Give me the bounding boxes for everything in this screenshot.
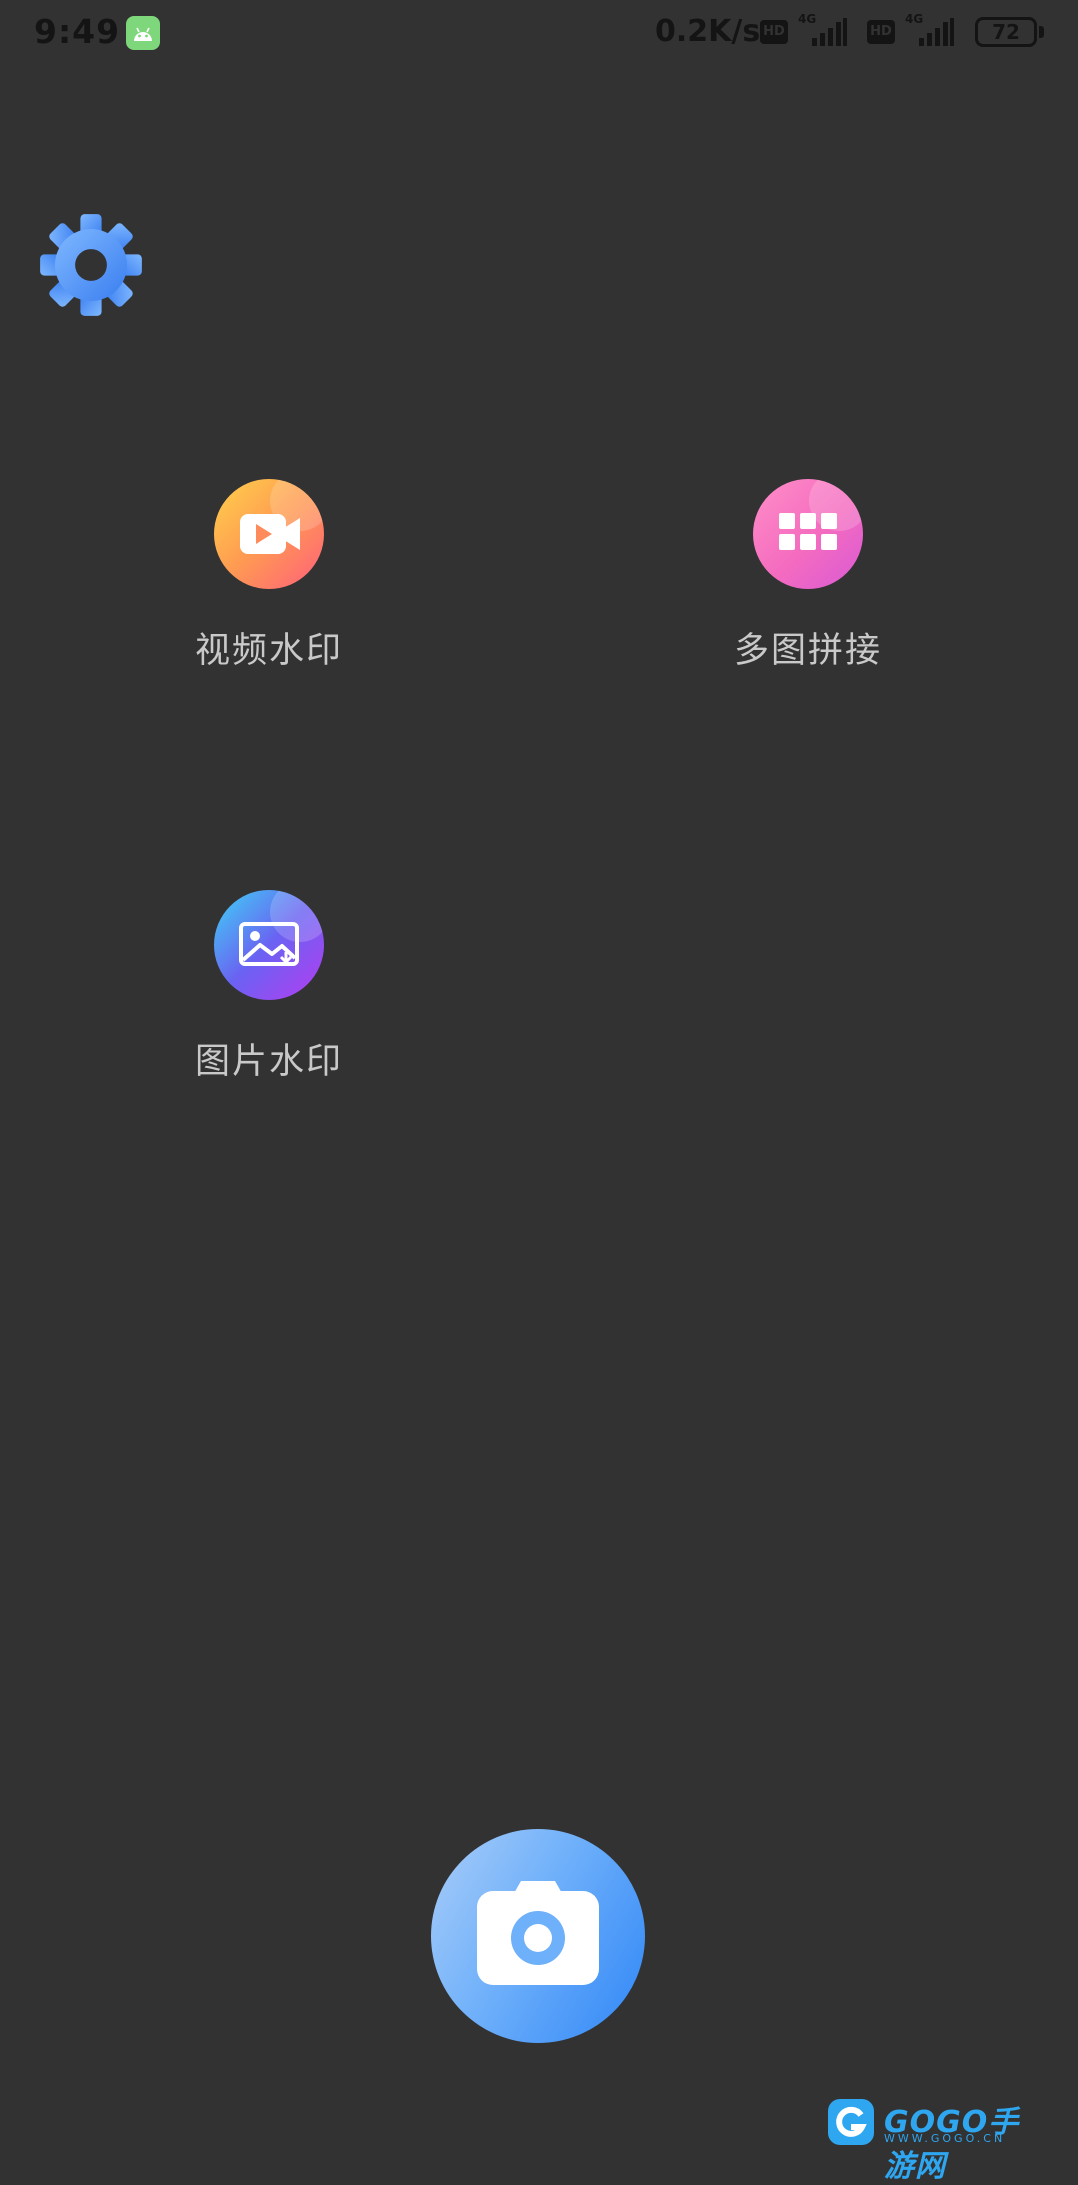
grid-icon [779,479,863,550]
signal-strength-icon [919,18,954,46]
settings-button[interactable] [38,212,144,318]
battery-tip [1039,26,1044,38]
collage-icon-circle [753,479,863,589]
hd-badge-sim1: HD [760,20,788,44]
signal-strength-icon [812,18,847,46]
hd-badge-sim2: HD [867,20,895,44]
network-speed: 0.2K/s [655,14,761,49]
battery-indicator: 72 [975,17,1037,47]
collage-button[interactable]: 多图拼接 [688,479,928,673]
status-bar: 9:49 0.2K/s HD 4G HD 4G 72 [0,0,1078,66]
android-icon [126,16,160,50]
image-icon [239,890,324,966]
photo-watermark-button[interactable]: 图片水印 [149,890,389,1084]
watermark-logo-subtext: WWW.GOGO.CN [884,2132,1006,2145]
video-watermark-button[interactable]: 视频水印 [149,479,389,673]
photo-watermark-label: 图片水印 [194,1042,343,1082]
gogo-logo-icon [828,2099,874,2145]
photo-watermark-icon-circle [214,890,324,1000]
site-watermark-logo: GOGO手游网 WWW.GOGO.CN [826,2097,1046,2184]
status-time: 9:49 [34,12,121,51]
collage-label: 多图拼接 [733,631,882,671]
camera-icon [477,1881,599,1985]
camera-capture-button[interactable] [431,1829,645,2043]
video-watermark-icon-circle [214,479,324,589]
gear-icon [40,214,142,316]
video-watermark-label: 视频水印 [194,631,343,671]
video-camera-icon [240,479,324,554]
